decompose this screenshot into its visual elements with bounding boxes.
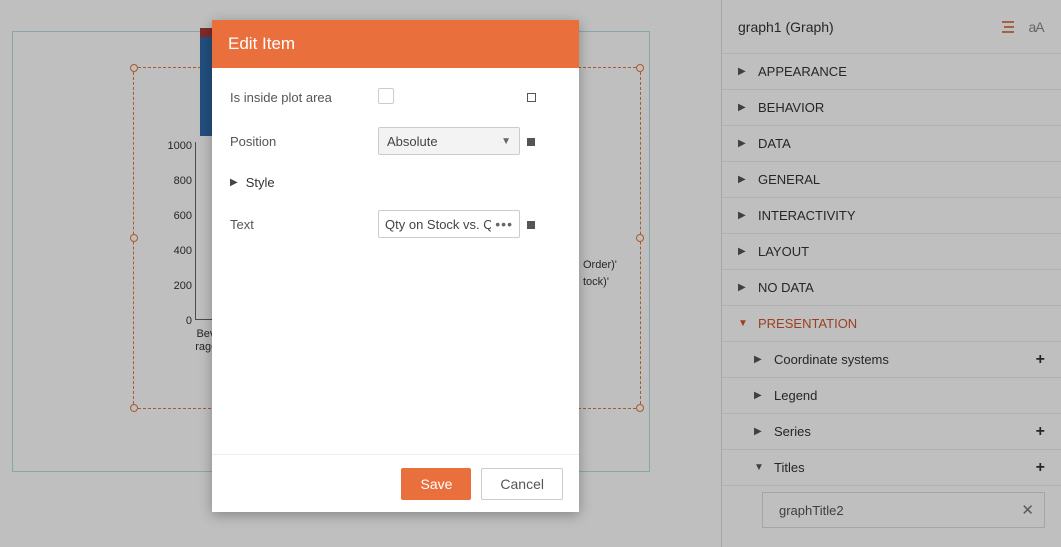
- position-select[interactable]: Absolute ▼: [378, 127, 520, 155]
- text-more-icon[interactable]: •••: [491, 216, 513, 232]
- chevron-down-icon: ▼: [501, 136, 511, 147]
- style-expander[interactable]: ▶ Style: [230, 175, 561, 190]
- save-button[interactable]: Save: [401, 468, 471, 500]
- inside-plot-checkbox[interactable]: [378, 88, 394, 104]
- position-label: Position: [230, 134, 378, 149]
- inside-plot-reset[interactable]: [520, 90, 542, 105]
- dialog-title: Edit Item: [212, 20, 579, 68]
- text-value: Qty on Stock vs. Qty: [385, 217, 491, 232]
- caret-right-icon: ▶: [230, 177, 238, 188]
- style-label: Style: [246, 175, 275, 190]
- text-input[interactable]: Qty on Stock vs. Qty •••: [378, 210, 520, 238]
- text-reset[interactable]: [520, 217, 542, 232]
- cancel-button[interactable]: Cancel: [481, 468, 563, 500]
- inside-plot-label: Is inside plot area: [230, 90, 378, 105]
- text-label: Text: [230, 217, 378, 232]
- position-reset[interactable]: [520, 134, 542, 149]
- position-value: Absolute: [387, 134, 438, 149]
- edit-item-dialog: Edit Item Is inside plot area Position A…: [212, 20, 579, 512]
